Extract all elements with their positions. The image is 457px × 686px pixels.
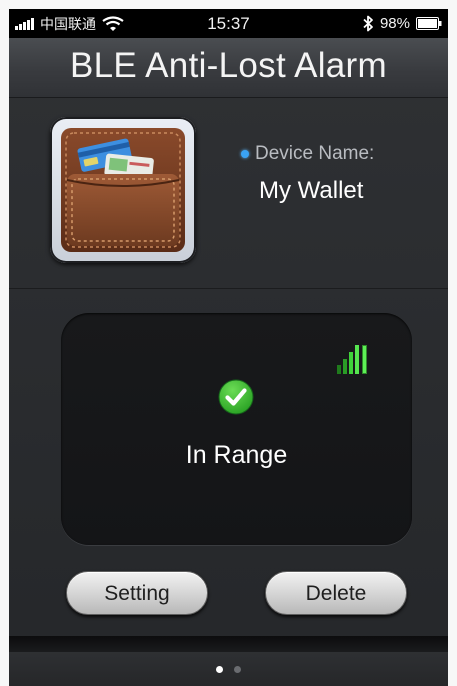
status-right: 98% bbox=[362, 9, 442, 38]
bottom-divider bbox=[9, 636, 448, 652]
wallet-icon bbox=[61, 128, 185, 252]
battery-percentage: 98% bbox=[379, 15, 410, 32]
device-name-value: My Wallet bbox=[259, 177, 364, 204]
signal-strength-icon bbox=[337, 345, 367, 374]
page-dot-active[interactable] bbox=[216, 665, 223, 673]
app-screen: 中国联通 15:37 98% BLE Anti-Lost Alarm Devic… bbox=[9, 9, 448, 686]
range-status-panel: In Range bbox=[61, 313, 412, 545]
page-indicator[interactable] bbox=[9, 652, 448, 686]
device-image-button[interactable] bbox=[50, 117, 196, 263]
device-label-row: Device Name: bbox=[241, 143, 374, 165]
status-bar: 中国联通 15:37 98% bbox=[9, 9, 448, 38]
device-name-label: Device Name: bbox=[255, 143, 375, 164]
delete-button[interactable]: Delete bbox=[265, 571, 407, 615]
bluetooth-icon bbox=[363, 15, 373, 32]
connection-dot-icon bbox=[241, 150, 249, 158]
navigation-bar: BLE Anti-Lost Alarm bbox=[9, 38, 448, 98]
range-status-text: In Range bbox=[185, 441, 288, 469]
setting-button[interactable]: Setting bbox=[66, 571, 208, 615]
page-title: BLE Anti-Lost Alarm bbox=[70, 46, 387, 85]
device-card: Device Name: My Wallet bbox=[9, 99, 448, 289]
battery-icon bbox=[416, 17, 442, 30]
check-icon bbox=[218, 379, 254, 415]
page-dot-inactive[interactable] bbox=[234, 665, 241, 673]
